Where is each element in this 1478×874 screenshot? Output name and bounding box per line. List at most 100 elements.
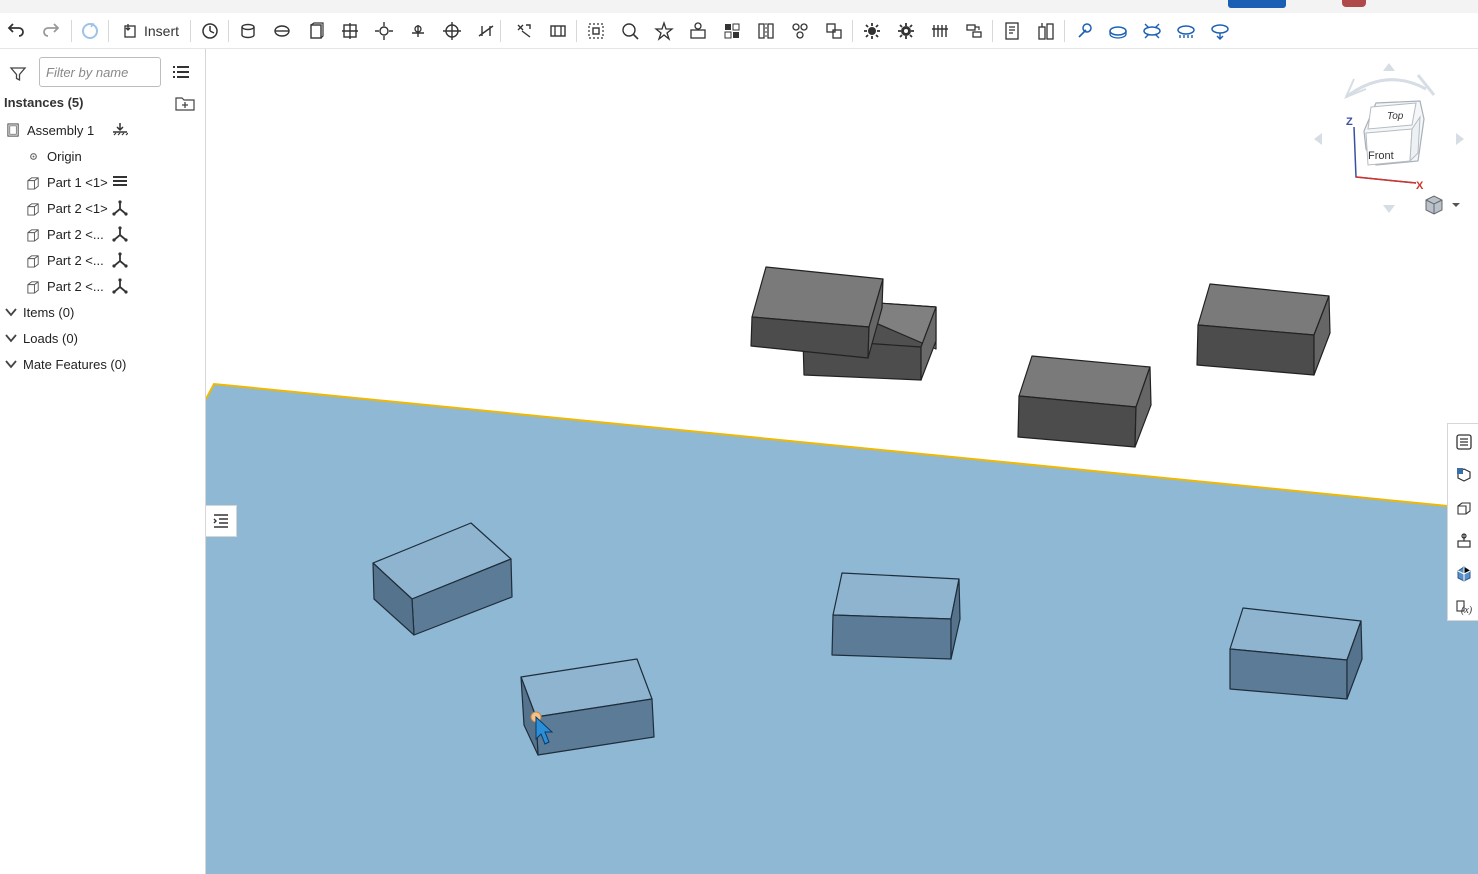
gear-alt-icon[interactable] <box>926 17 954 45</box>
section-mate-features[interactable]: Mate Features (0) <box>4 352 126 376</box>
3d-scene[interactable]: Top Front Z X <box>206 49 1478 874</box>
measure-icon[interactable] <box>1070 17 1098 45</box>
linear-pattern-icon[interactable] <box>718 17 746 45</box>
mate-connector-panel-icon[interactable] <box>1453 530 1475 552</box>
graphics-viewport[interactable]: Top Front Z X (x) <box>206 49 1478 874</box>
gray-box[interactable] <box>750 266 884 359</box>
list-view-icon[interactable] <box>172 63 190 81</box>
view-cube[interactable]: Top Front Z X <box>1314 63 1464 213</box>
tree-item-label: Part 2 <... <box>47 226 104 242</box>
part-icon <box>25 174 41 190</box>
ground-icon[interactable] <box>112 122 128 138</box>
instance-panel: Instances (5) Assembly 1 Origin Part 1 <… <box>0 49 206 874</box>
mirror-icon[interactable] <box>786 17 814 45</box>
fixed-icon[interactable] <box>112 174 128 190</box>
bom-icon[interactable] <box>1032 17 1060 45</box>
rotate-up-icon[interactable] <box>1383 63 1395 71</box>
ball-mate-icon[interactable] <box>370 17 398 45</box>
z-axis-label: Z <box>1346 116 1353 128</box>
gray-box[interactable] <box>1017 355 1152 448</box>
orbit-arrows[interactable] <box>1344 74 1436 99</box>
blue-box[interactable] <box>831 572 961 660</box>
tree-item-origin[interactable]: Origin <box>25 144 82 168</box>
replicate-icon[interactable] <box>752 17 780 45</box>
view-fit-icon[interactable] <box>1206 17 1234 45</box>
gear-relation-icon[interactable] <box>684 17 712 45</box>
cylinder-mate-icon[interactable] <box>234 17 262 45</box>
avatar[interactable] <box>1342 0 1366 7</box>
rotate-down-icon[interactable] <box>1383 205 1395 213</box>
section-label: Mate Features (0) <box>23 356 127 372</box>
rack-pinion-icon[interactable] <box>960 17 988 45</box>
dof-icon[interactable] <box>112 226 128 242</box>
appearance-icon[interactable] <box>1453 464 1475 486</box>
screw-icon[interactable] <box>998 17 1026 45</box>
dof-icon[interactable] <box>112 252 128 268</box>
view-cube-top-label[interactable]: Top <box>1387 111 1404 122</box>
refresh-icon[interactable] <box>76 17 104 45</box>
indent-list-icon <box>213 514 228 528</box>
assembly-icon <box>5 122 21 138</box>
insert-icon <box>124 24 136 38</box>
tangent-mate-icon[interactable] <box>510 17 538 45</box>
instance-list-icon[interactable] <box>1453 497 1475 519</box>
section-view-icon[interactable] <box>1104 17 1132 45</box>
view-options-icon[interactable] <box>1425 195 1460 215</box>
blue-box[interactable] <box>1229 607 1363 700</box>
mate-connector-icon[interactable] <box>616 17 644 45</box>
assembly-pattern-icon[interactable] <box>820 17 848 45</box>
part-icon <box>25 226 41 242</box>
slider-mate-icon[interactable] <box>268 17 296 45</box>
section-loads[interactable]: Loads (0) <box>4 326 78 350</box>
dof-icon[interactable] <box>112 278 128 294</box>
tree-item-part2-1[interactable]: Part 2 <1> <box>25 196 108 220</box>
part-icon <box>25 200 41 216</box>
browser-top-strip <box>0 0 1478 13</box>
relation-icon[interactable] <box>650 17 678 45</box>
parallel-mate-icon[interactable] <box>472 17 500 45</box>
part-icon <box>25 278 41 294</box>
zoom-icon[interactable] <box>1172 17 1200 45</box>
redo-icon[interactable] <box>37 17 65 45</box>
share-button[interactable] <box>1228 0 1286 8</box>
view-cube-front-label[interactable]: Front <box>1368 150 1394 162</box>
rotate-left-icon[interactable] <box>1314 133 1322 145</box>
chevron-down-icon <box>5 308 17 317</box>
section-items[interactable]: Items (0) <box>4 300 74 324</box>
orbit-icon[interactable] <box>1138 17 1166 45</box>
revolute-mate-icon[interactable] <box>438 17 466 45</box>
width-mate-icon[interactable] <box>544 17 572 45</box>
toolbar: Insert <box>0 13 1478 49</box>
tree-item-label: Origin <box>47 148 82 164</box>
revolve-mate-icon[interactable] <box>196 17 224 45</box>
insert-button[interactable]: Insert <box>116 17 185 45</box>
undo-icon[interactable] <box>2 17 30 45</box>
add-folder-icon[interactable] <box>175 95 195 111</box>
tree-item-part1[interactable]: Part 1 <1> <box>25 170 108 194</box>
tree-item-part2-4[interactable]: Part 2 <... <box>25 274 104 298</box>
variables-icon[interactable]: (x) <box>1453 596 1475 618</box>
feature-list-toggle[interactable] <box>206 505 237 537</box>
insert-label: Insert <box>144 23 180 39</box>
part-icon <box>25 252 41 268</box>
blue-box[interactable] <box>520 658 655 756</box>
gray-box[interactable] <box>1196 283 1331 376</box>
fastened-mate-icon[interactable] <box>336 17 364 45</box>
chevron-down-icon <box>5 360 17 369</box>
group-icon[interactable] <box>582 17 610 45</box>
explode-icon[interactable] <box>858 17 886 45</box>
tree-item-part2-3[interactable]: Part 2 <... <box>25 248 104 272</box>
filter-icon[interactable] <box>9 65 27 83</box>
planar-mate-icon[interactable] <box>302 17 330 45</box>
tree-item-assembly[interactable]: Assembly 1 <box>5 118 94 142</box>
rotate-right-icon[interactable] <box>1456 133 1464 145</box>
origin-icon <box>25 148 41 164</box>
dof-icon[interactable] <box>112 200 128 216</box>
properties-icon[interactable] <box>1453 431 1475 453</box>
tree-item-part2-2[interactable]: Part 2 <... <box>25 222 104 246</box>
render-studio-icon[interactable] <box>1453 563 1475 585</box>
pin-slot-mate-icon[interactable] <box>404 17 432 45</box>
filter-input[interactable] <box>39 57 161 87</box>
gear-icon[interactable] <box>892 17 920 45</box>
section-label: Items (0) <box>23 304 75 320</box>
